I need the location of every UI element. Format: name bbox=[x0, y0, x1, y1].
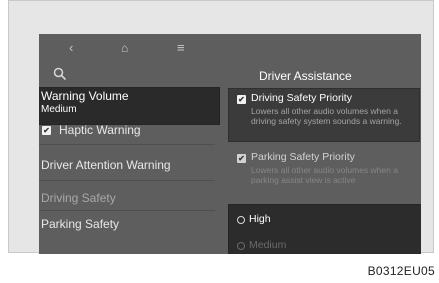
parking-safety-priority-label[interactable]: Parking Safety Priority bbox=[251, 151, 355, 163]
back-icon[interactable]: ‹ bbox=[69, 41, 73, 55]
warning-volume-item[interactable]: Warning Volume Medium bbox=[39, 88, 219, 124]
divider bbox=[39, 144, 215, 145]
haptic-warning-checkbox[interactable]: ✔ bbox=[42, 126, 51, 135]
driving-safety-priority-option[interactable]: ✔ Driving Safety Priority Lowers all oth… bbox=[229, 89, 419, 141]
search-icon[interactable] bbox=[53, 67, 67, 81]
screen-frame: ‹ ⌂ ≡ ✔ Haptic Warning Driver Attention … bbox=[8, 0, 434, 254]
haptic-warning-item[interactable]: Haptic Warning bbox=[59, 123, 141, 137]
radio-high[interactable] bbox=[237, 216, 245, 224]
checkmark-icon: ✔ bbox=[238, 154, 245, 163]
home-icon[interactable]: ⌂ bbox=[121, 41, 128, 55]
option-high-label[interactable]: High bbox=[249, 213, 271, 225]
radio-medium[interactable] bbox=[237, 242, 245, 250]
driving-safety-priority-description: Lowers all other audio volumes when a dr… bbox=[251, 106, 402, 126]
figure-code: B0312EU05 bbox=[367, 264, 435, 278]
driving-safety-priority-checkbox[interactable]: ✔ bbox=[237, 95, 246, 104]
parking-safety-priority-description: Lowers all other audio volumes when a pa… bbox=[251, 165, 398, 185]
driving-safety-item[interactable]: Driving Safety bbox=[41, 191, 116, 205]
divider bbox=[39, 210, 215, 211]
checkmark-icon: ✔ bbox=[43, 126, 50, 135]
checkmark-icon: ✔ bbox=[238, 95, 245, 104]
menu-icon[interactable]: ≡ bbox=[177, 41, 185, 55]
divider bbox=[39, 180, 215, 181]
warning-volume-value: Medium bbox=[41, 104, 77, 115]
parking-safety-item[interactable]: Parking Safety bbox=[41, 217, 119, 231]
infotainment-display: ‹ ⌂ ≡ ✔ Haptic Warning Driver Attention … bbox=[39, 34, 421, 254]
volume-level-popup: High Medium bbox=[229, 205, 421, 254]
parking-safety-priority-checkbox[interactable]: ✔ bbox=[237, 154, 246, 163]
panel-title: Driver Assistance bbox=[259, 69, 352, 83]
warning-volume-label: Warning Volume bbox=[41, 89, 129, 103]
option-medium-label[interactable]: Medium bbox=[249, 239, 286, 251]
driving-safety-priority-label: Driving Safety Priority bbox=[251, 92, 352, 104]
driver-attention-warning-item[interactable]: Driver Attention Warning bbox=[41, 158, 171, 172]
